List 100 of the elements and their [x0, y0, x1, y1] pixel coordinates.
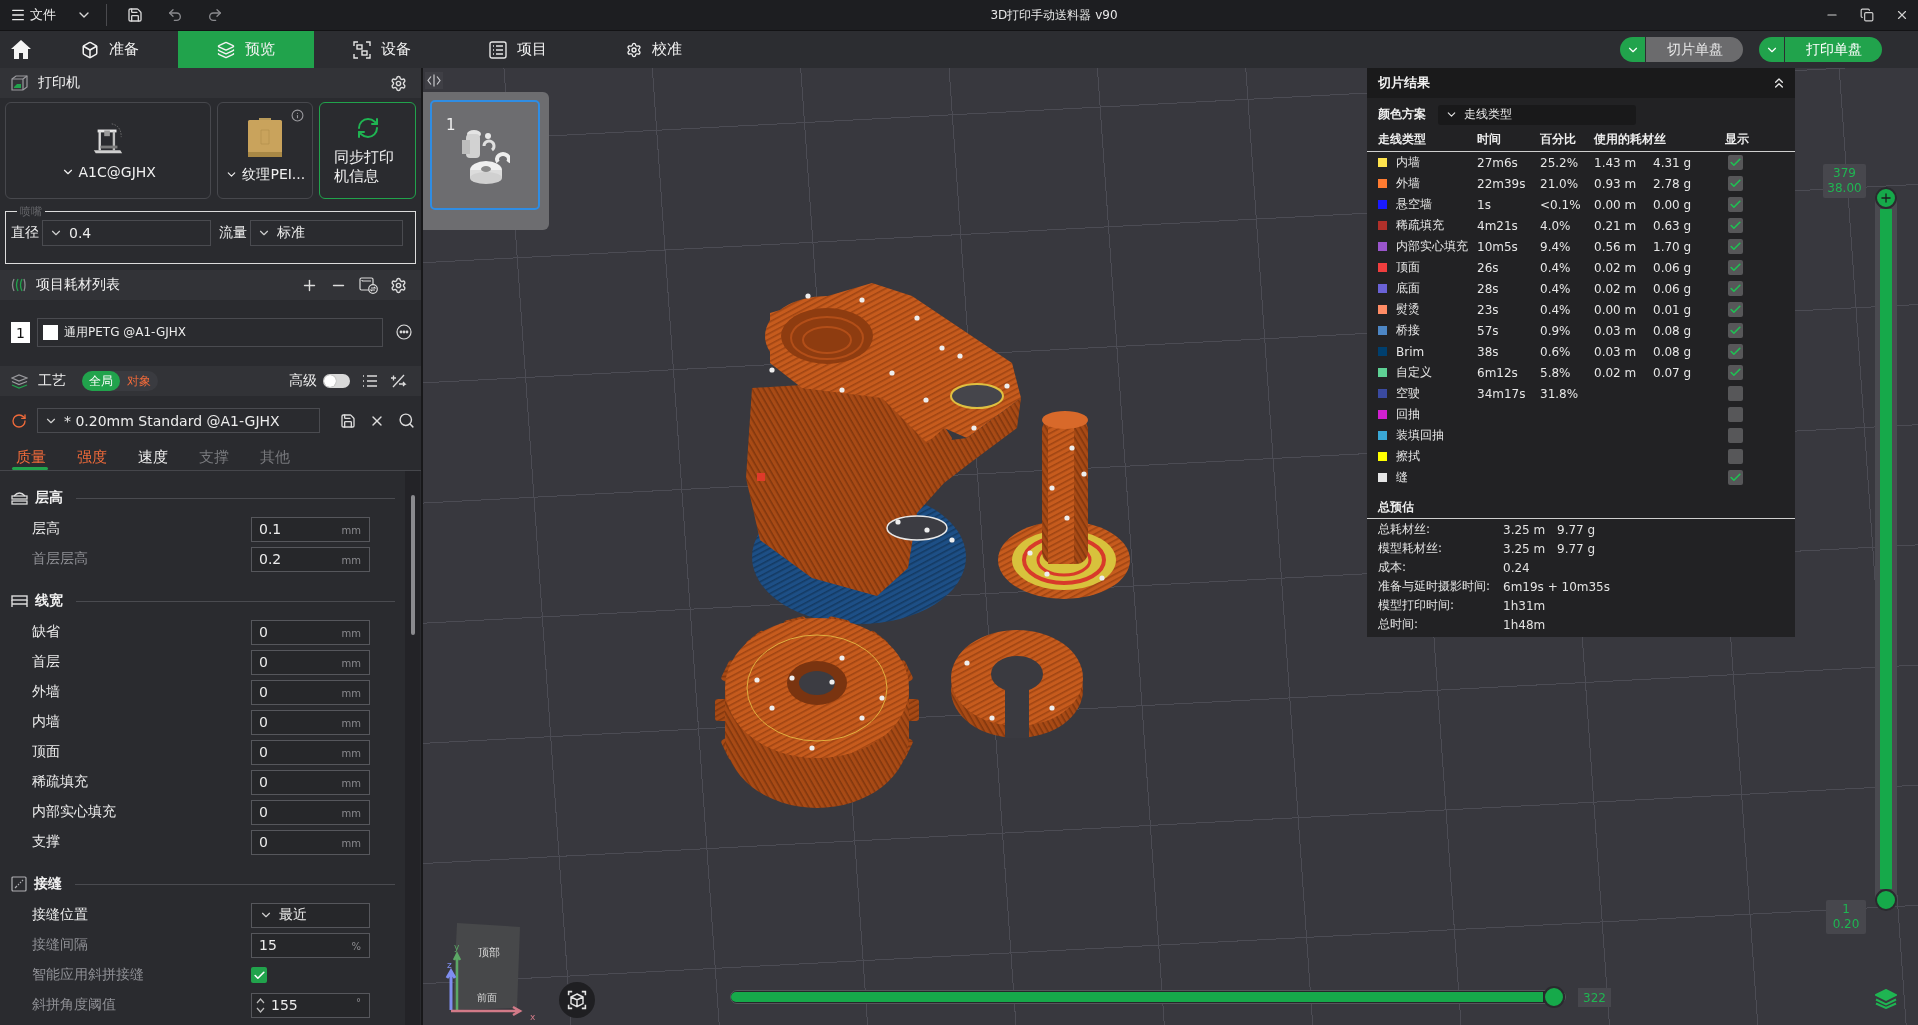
preset-dropdown[interactable]: * 0.20mm Standard @A1-GJHX: [37, 408, 320, 433]
scan-frame-icon: [353, 40, 371, 59]
color-scheme-label: 颜色方案: [1378, 106, 1427, 123]
settings-tab[interactable]: 质量: [0, 445, 61, 470]
number-input[interactable]: 0 mm: [251, 649, 370, 675]
reset-icon[interactable]: [11, 412, 27, 429]
checkbox[interactable]: [1728, 260, 1743, 275]
number-input[interactable]: 0.2 mm: [251, 546, 370, 572]
dropdown[interactable]: 0.4: [42, 220, 211, 246]
undo-icon[interactable]: [167, 7, 183, 23]
option-label: 首层: [32, 653, 61, 671]
check-icon: [1729, 471, 1742, 484]
scrollbar-thumb[interactable]: [411, 495, 415, 635]
summary-value: 9.77 g: [1557, 541, 1597, 556]
main-tab[interactable]: 校准: [586, 31, 722, 68]
restore-icon[interactable]: [1860, 8, 1874, 22]
action-button[interactable]: 切片单盘: [1646, 37, 1743, 62]
check-icon: [1729, 261, 1742, 274]
column-header: 走线类型: [1378, 131, 1427, 148]
chevron-up-icon[interactable]: [256, 997, 265, 1004]
settings-icon[interactable]: [390, 74, 407, 92]
dropdown[interactable]: 标准: [250, 220, 403, 246]
table-cell-text: 1s: [1477, 197, 1492, 212]
number-input[interactable]: 15 %: [251, 932, 370, 958]
layer-height-icon: [11, 490, 28, 506]
file-menu-button[interactable]: 文件: [6, 3, 60, 27]
settings-icon[interactable]: [390, 276, 407, 294]
checkbox[interactable]: [1728, 197, 1743, 212]
search-icon[interactable]: [398, 412, 415, 429]
checkbox[interactable]: [1728, 239, 1743, 254]
number-input[interactable]: 0 mm: [251, 769, 370, 795]
number-input[interactable]: 0 mm: [251, 799, 370, 825]
checkbox[interactable]: [1728, 176, 1743, 191]
cube-scan-icon[interactable]: [559, 982, 595, 1018]
column-header: 使用的耗材丝: [1594, 131, 1667, 148]
checkbox[interactable]: [1728, 344, 1743, 359]
layer-slider-track[interactable]: [1875, 187, 1897, 911]
info-icon[interactable]: [291, 109, 305, 122]
caret-icon[interactable]: [1759, 37, 1784, 62]
plate-card[interactable]: 1: [430, 100, 540, 210]
checkbox[interactable]: [1728, 365, 1743, 380]
redo-icon[interactable]: [207, 7, 223, 23]
line-type-name: 稀疏填充: [1396, 217, 1444, 234]
filament-selector[interactable]: 通用PETG @A1-GJHX: [37, 318, 383, 347]
checkbox[interactable]: [1728, 428, 1743, 443]
checkbox[interactable]: [1728, 407, 1743, 422]
settings-tab[interactable]: 速度: [122, 445, 183, 470]
printer-swap-icon[interactable]: [359, 276, 378, 294]
table-cell-text: 0.01 g: [1653, 302, 1693, 317]
checkbox[interactable]: [251, 967, 267, 983]
save-icon[interactable]: [340, 412, 356, 429]
table-cell-text: <0.1%: [1540, 197, 1582, 212]
split-view-icon[interactable]: [425, 72, 443, 89]
plate-type-selector[interactable]: 纹理PEI...: [217, 102, 314, 199]
number-input[interactable]: 0 mm: [251, 679, 370, 705]
list-icon[interactable]: [362, 374, 378, 388]
scrollbar[interactable]: [405, 471, 420, 1025]
advanced-toggle[interactable]: [323, 374, 350, 388]
scope-option[interactable]: 对象: [120, 371, 158, 391]
checkbox[interactable]: [1728, 281, 1743, 296]
check-icon: [1729, 198, 1742, 211]
home-icon[interactable]: [10, 39, 32, 60]
3d-viewport[interactable]: [423, 68, 1918, 1025]
chevron-down-icon[interactable]: [256, 1006, 265, 1013]
check-icon: [1729, 240, 1742, 253]
layers-icon[interactable]: [1875, 989, 1897, 1009]
settings-tab[interactable]: 强度: [61, 445, 122, 470]
window-title: 3D打印手动送料器 v90: [990, 6, 1118, 24]
slider-handle[interactable]: [1875, 187, 1897, 209]
printer-selector[interactable]: A1C@GJHX: [5, 102, 212, 199]
sync-printer-button[interactable]: 同步打印机信息: [319, 102, 416, 199]
slider-handle[interactable]: [1543, 986, 1565, 1008]
textured-plate-picture: [247, 117, 284, 158]
checkbox[interactable]: [1728, 218, 1743, 233]
dropdown[interactable]: 最近: [251, 902, 370, 928]
number-input[interactable]: 0 mm: [251, 709, 370, 735]
close-icon[interactable]: [1895, 8, 1909, 22]
number-input[interactable]: 0.1 mm: [251, 516, 370, 542]
main-tab[interactable]: 项目: [450, 31, 586, 68]
spin-input[interactable]: 155 °: [251, 992, 370, 1018]
save-icon[interactable]: [127, 7, 143, 23]
caret-icon[interactable]: [1620, 37, 1645, 62]
dropdown[interactable]: 走线类型: [1438, 104, 1636, 125]
checkbox[interactable]: [1728, 302, 1743, 317]
checkbox[interactable]: [1728, 386, 1743, 401]
number-input[interactable]: 0 mm: [251, 829, 370, 855]
checkbox[interactable]: [1728, 323, 1743, 338]
main-tab[interactable]: 准备: [42, 31, 178, 68]
main-tab[interactable]: 设备: [314, 31, 450, 68]
checkbox[interactable]: [1728, 470, 1743, 485]
slider-handle[interactable]: [1875, 889, 1897, 911]
more-options-icon[interactable]: [396, 324, 412, 340]
number-input[interactable]: 0 mm: [251, 739, 370, 765]
checkbox[interactable]: [1728, 449, 1743, 464]
number-input[interactable]: 0 mm: [251, 619, 370, 645]
checkbox[interactable]: [1728, 155, 1743, 170]
table-cell-text: 4m21s: [1477, 218, 1519, 233]
slash-arrow-icon[interactable]: [390, 373, 407, 389]
list-icon: [489, 40, 507, 59]
option-label: 缺省: [32, 623, 61, 641]
